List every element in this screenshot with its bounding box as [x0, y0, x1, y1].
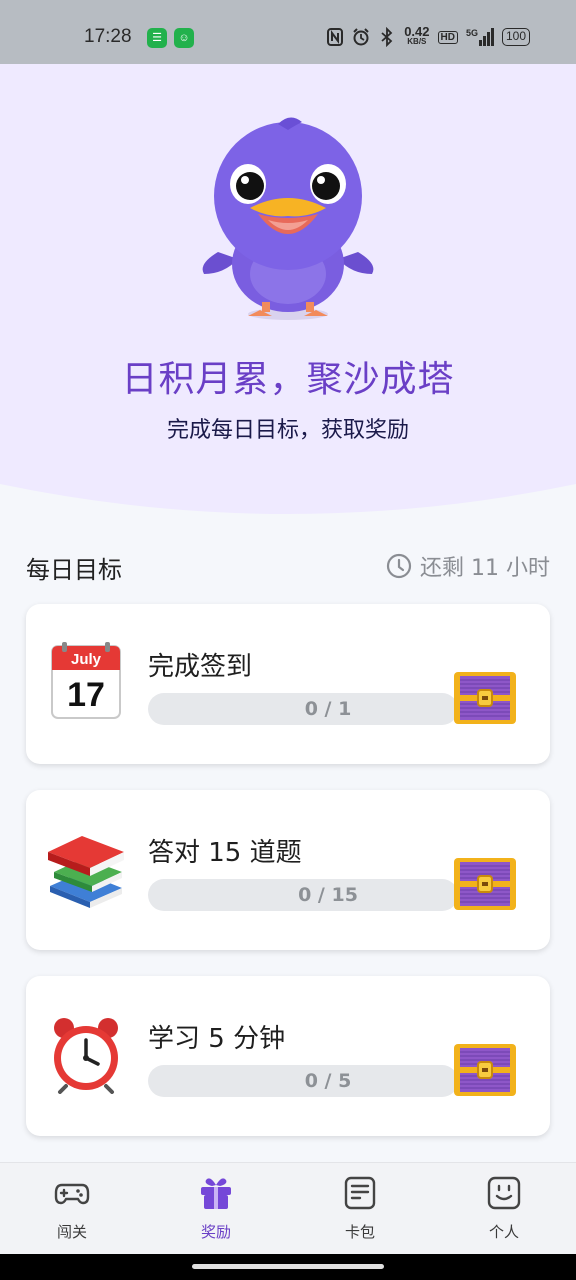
alarm-icon: [353, 28, 369, 46]
task-title: 学习 5 分钟: [148, 1024, 286, 1054]
hero-title: 日积月累，聚沙成塔: [121, 359, 455, 400]
calendar-month: July: [71, 651, 102, 668]
task-progress-bar: 0 / 5: [148, 1065, 458, 1097]
home-indicator[interactable]: [192, 1264, 384, 1269]
status-time: 17:28: [84, 26, 132, 47]
task-progress-bar: 0 / 15: [148, 879, 458, 911]
time-remaining-text: 还剩 11 小时: [420, 556, 550, 581]
status-indicators: 0.42 KB/S HD 5G 100: [326, 24, 530, 47]
alarm-clock-icon: [54, 1018, 118, 1094]
treasure-chest-icon[interactable]: [452, 668, 518, 726]
clock-icon: [386, 553, 412, 579]
nav-label: 个人: [488, 1223, 519, 1241]
battery-indicator: 100: [501, 28, 530, 46]
books-icon: [48, 836, 124, 908]
hero-banner: 日积月累，聚沙成塔 完成每日目标，获取奖励: [0, 64, 576, 514]
nav-item-levels[interactable]: 闯关: [0, 1163, 144, 1255]
nav-label: 闯关: [56, 1223, 87, 1241]
task-progress-bar: 0 / 1: [148, 693, 458, 725]
treasure-chest-icon[interactable]: [452, 854, 518, 912]
gamepad-icon: [54, 1183, 90, 1205]
calendar-day: 17: [67, 676, 105, 714]
treasure-chest-icon[interactable]: [452, 1040, 518, 1098]
app-notification-icon: ☺: [174, 28, 194, 48]
daily-goals-title: 每日目标: [26, 556, 122, 584]
calendar-icon: July 17: [51, 642, 121, 719]
hero-subtitle: 完成每日目标，获取奖励: [166, 418, 409, 443]
nav-label: 奖励: [200, 1223, 231, 1241]
nav-label: 卡包: [344, 1223, 375, 1241]
nav-item-card-pack[interactable]: 卡包: [288, 1163, 432, 1255]
chat-app-notification-icon: ☰: [147, 28, 167, 48]
task-card-answer-questions[interactable]: 答对 15 道题 0 / 15: [26, 790, 550, 950]
task-card-checkin[interactable]: July 17 完成签到 0 / 1: [26, 604, 550, 764]
duck-mascot-icon: [202, 117, 374, 320]
time-remaining: 还剩 11 小时: [386, 550, 550, 582]
nav-item-profile[interactable]: 个人: [432, 1163, 576, 1255]
task-title: 答对 15 道题: [148, 838, 302, 868]
nav-item-rewards[interactable]: 奖励: [144, 1163, 288, 1255]
network-speed: 0.42 KB/S: [404, 24, 430, 46]
smiley-icon: [487, 1176, 521, 1210]
card-pack-icon: [344, 1176, 376, 1210]
system-home-bar: [0, 1254, 576, 1280]
gift-icon: [201, 1178, 231, 1209]
task-title: 完成签到: [148, 652, 253, 682]
cell-signal-icon: 5G: [466, 28, 494, 46]
bluetooth-icon: [381, 27, 393, 47]
task-card-study-time[interactable]: 学习 5 分钟 0 / 5: [26, 976, 550, 1136]
hd-indicator: HD: [437, 30, 458, 44]
nfc-icon: [327, 28, 344, 46]
status-bar: 17:28 ☰ ☺ 0.42 KB/S HD 5G 100: [0, 0, 576, 64]
bottom-nav: 闯关 奖励 卡包 个人: [0, 1162, 576, 1254]
